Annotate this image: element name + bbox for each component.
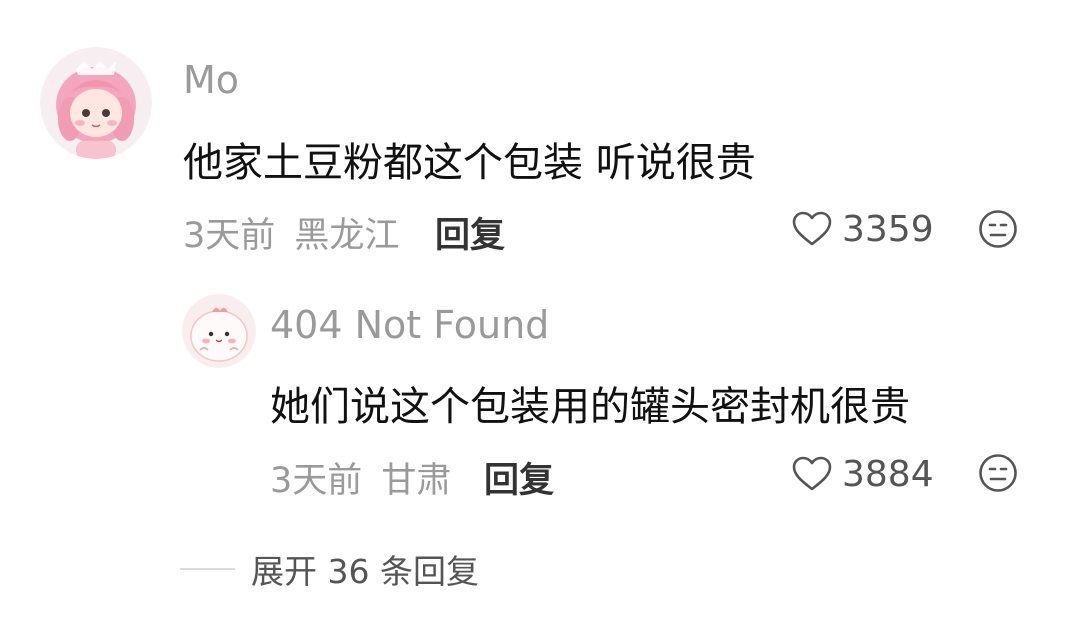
- reply-button[interactable]: 回复: [484, 452, 554, 503]
- comment-time: 3天前: [183, 216, 276, 256]
- expand-replies-button[interactable]: 展开 36 条回复: [180, 545, 479, 593]
- dislike-button[interactable]: [978, 209, 1018, 249]
- username[interactable]: 404 Not Found: [270, 303, 549, 347]
- expand-replies-label: 展开 36 条回复: [251, 552, 479, 591]
- reply-button[interactable]: 回复: [435, 207, 505, 258]
- comment-location: 甘肃: [381, 461, 452, 501]
- dislike-button[interactable]: [978, 453, 1018, 493]
- comment-time: 3天前: [270, 461, 363, 501]
- like-count: 3359: [842, 208, 934, 250]
- comment-text: 她们说这个包装用的罐头密封机很贵: [270, 384, 910, 430]
- dislike-face-icon: [979, 210, 1017, 248]
- avatar[interactable]: [40, 47, 152, 159]
- comment-location: 黑龙江: [294, 216, 400, 256]
- comment-meta: 3天前 黑龙江: [183, 207, 399, 258]
- like-count: 3884: [842, 453, 934, 495]
- comment-meta: 3天前 甘肃: [270, 452, 451, 503]
- avatar-cute-blob-icon: [182, 294, 256, 368]
- username[interactable]: Mo: [183, 58, 239, 102]
- comment-text: 他家土豆粉都这个包装 听说很贵: [183, 140, 756, 186]
- avatar-pink-character-icon: [40, 47, 152, 159]
- avatar[interactable]: [182, 294, 256, 368]
- heart-icon: [792, 456, 832, 491]
- divider: [180, 568, 235, 570]
- heart-icon: [792, 211, 832, 246]
- like-button[interactable]: 3359: [792, 208, 934, 250]
- dislike-face-icon: [979, 454, 1017, 492]
- like-button[interactable]: 3884: [792, 453, 934, 495]
